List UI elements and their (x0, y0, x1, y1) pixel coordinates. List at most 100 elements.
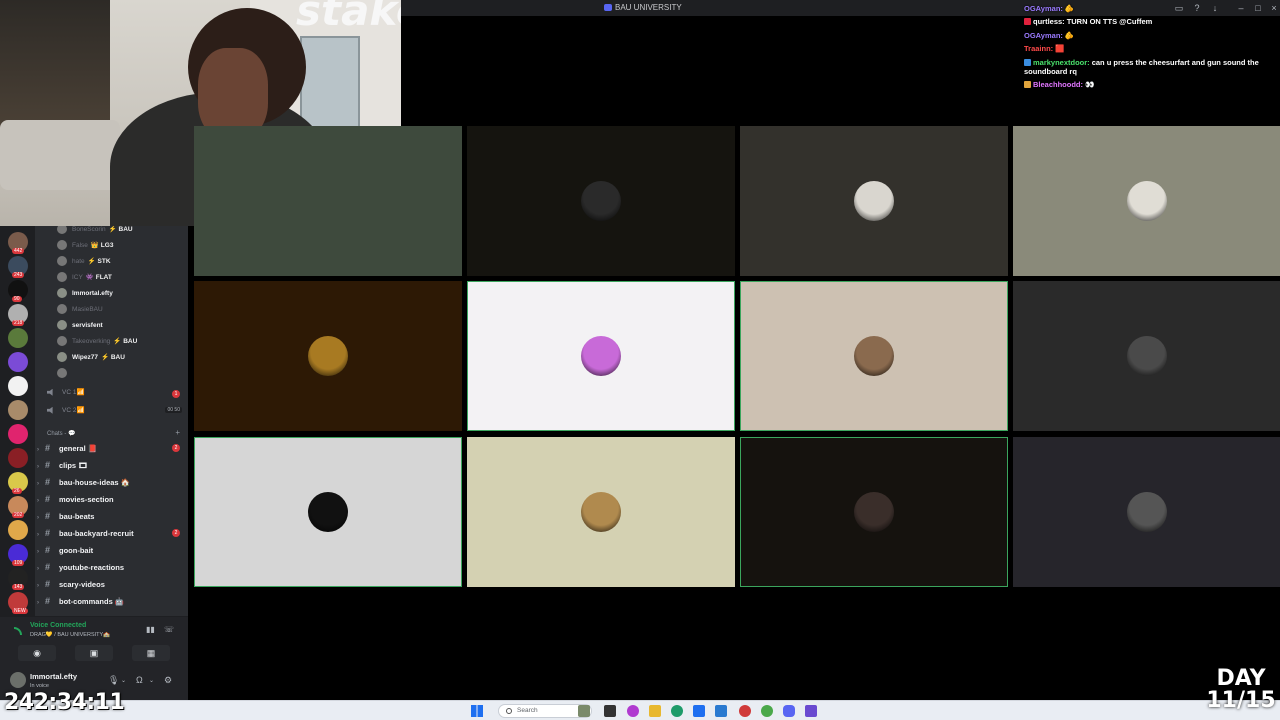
chevron-down-icon[interactable]: ⌄ (121, 677, 126, 684)
server-icon[interactable] (8, 424, 28, 444)
hash-icon: # (45, 562, 51, 572)
member-tag: ⚡ BAU (108, 226, 133, 233)
avatar (1127, 492, 1167, 532)
member-name: False (72, 242, 88, 249)
store-icon[interactable] (693, 705, 705, 717)
chat-message: qurtless: TURN ON TTS @Cuffem (1024, 17, 1280, 26)
screen-share-button[interactable]: ▣ (75, 645, 113, 661)
voice-channel-2[interactable]: VC 2📶 (47, 406, 85, 414)
hash-icon: # (45, 460, 51, 470)
channel-label: bau-house-ideas 🏠 (59, 478, 131, 487)
file-explorer-icon[interactable] (649, 705, 661, 717)
member-tag: ⚡ STK (87, 258, 111, 265)
channel-item[interactable]: › # movies-section (37, 492, 114, 506)
participant-tile[interactable] (194, 126, 462, 276)
avatar (1127, 336, 1167, 376)
avatar (57, 352, 67, 363)
participant-tile[interactable] (740, 281, 1008, 431)
voice-connected-panel: Voice Connected DRAG💛 / BAU UNIVERSITY🏫 … (0, 616, 188, 664)
participant-tile[interactable] (194, 281, 462, 431)
chevron-down-icon[interactable]: ⌄ (149, 677, 154, 684)
chevron-right-icon: › (37, 532, 39, 538)
hash-icon: # (45, 511, 51, 521)
participant-tile[interactable] (740, 437, 1008, 587)
channel-item[interactable]: › # bau-house-ideas 🏠 (37, 475, 130, 489)
server-icon[interactable] (8, 376, 28, 396)
voice-member[interactable]: False 👑 LG3 (57, 240, 113, 252)
voice-member[interactable] (57, 368, 75, 380)
channel-item[interactable]: › # bot-commands 🤖 (37, 594, 124, 608)
chat-text: 🫵 (1064, 30, 1075, 40)
channel-item[interactable]: › # bau-beats (37, 509, 94, 523)
hash-icon: # (45, 579, 51, 589)
chevron-right-icon: › (37, 447, 39, 453)
widget-icon[interactable] (578, 705, 590, 717)
voice-member[interactable]: Immortal.efty (57, 288, 116, 300)
chrome-icon[interactable] (761, 705, 773, 717)
headphones-icon[interactable]: Ω (136, 675, 143, 685)
category-header[interactable]: Chats - 💬 (47, 430, 75, 437)
discord-icon[interactable] (783, 705, 795, 717)
copilot-icon[interactable] (627, 705, 639, 717)
gear-icon[interactable]: ⚙ (164, 675, 172, 686)
add-channel-icon[interactable]: + (175, 428, 180, 437)
chat-message: Traainn: 🟥 (1024, 44, 1280, 53)
channel-item[interactable]: › # goon-bait (37, 543, 93, 557)
channel-item[interactable]: › # youtube-reactions (37, 560, 124, 574)
avatar[interactable] (10, 672, 26, 688)
participant-tile[interactable] (467, 281, 735, 431)
channel-item[interactable]: › # clips 🎞 (37, 458, 88, 472)
signal-icon[interactable] (14, 627, 22, 635)
participant-tile[interactable] (194, 437, 462, 587)
avatar (854, 492, 894, 532)
channel-item[interactable]: › # bau-backyard-recruit (37, 526, 134, 540)
voice-member[interactable]: hate ⚡ STK (57, 256, 111, 268)
mail-icon[interactable] (715, 705, 727, 717)
app-icon[interactable] (739, 705, 751, 717)
server-icon[interactable] (8, 448, 28, 468)
voice-member[interactable]: MasieBAU (57, 304, 106, 316)
avatar (57, 256, 67, 267)
voice-member[interactable]: Takeoverking ⚡ BAU (57, 336, 137, 348)
server-badge: 218 (12, 320, 25, 326)
participant-tile[interactable] (1013, 281, 1280, 431)
chat-username: Traainn: (1024, 44, 1054, 54)
server-icon[interactable] (8, 400, 28, 420)
participant-tile[interactable] (467, 437, 735, 587)
voice-channel-1[interactable]: VC 1📶 (47, 388, 85, 396)
voice-member[interactable]: Wipez77 ⚡ BAU (57, 352, 125, 364)
mic-icon[interactable]: 🎙︎ (108, 675, 119, 686)
unread-badge: 2 (172, 444, 180, 452)
participant-tile[interactable] (740, 126, 1008, 276)
noise-suppression-icon[interactable]: ▮▮ (146, 625, 158, 635)
voice-member[interactable]: servisfent (57, 320, 106, 332)
task-view-icon[interactable] (604, 705, 616, 717)
calendar-icon[interactable] (805, 705, 817, 717)
member-tag: 👑 LG3 (90, 242, 114, 249)
channel-item[interactable]: › # general 📕 (37, 441, 97, 455)
participant-tile[interactable] (1013, 126, 1280, 276)
edge-icon[interactable] (671, 705, 683, 717)
participant-tile[interactable] (467, 126, 735, 276)
voice-member[interactable]: ICY 👾 FLAT (57, 272, 112, 284)
voice-status-channel[interactable]: DRAG💛 / BAU UNIVERSITY🏫 (30, 632, 110, 638)
channel-item[interactable]: › # scary-videos (37, 577, 105, 591)
server-icon[interactable] (8, 352, 28, 372)
disconnect-icon[interactable]: ☏ (164, 625, 176, 635)
user-status: In voice (30, 683, 49, 689)
channel-label: scary-videos (59, 580, 105, 589)
camera-off-button[interactable]: ◉ (18, 645, 56, 661)
channel-label: bau-beats (59, 512, 95, 521)
avatar (57, 320, 67, 331)
username[interactable]: Immortal.efty (30, 672, 77, 681)
start-icon[interactable] (471, 705, 483, 717)
hash-icon: # (45, 443, 51, 453)
participant-tile[interactable] (1013, 437, 1280, 587)
chevron-right-icon: › (37, 464, 39, 470)
hash-icon: # (45, 545, 51, 555)
avatar (854, 181, 894, 221)
activities-button[interactable]: ▦ (132, 645, 170, 661)
server-icon[interactable] (8, 520, 28, 540)
avatar (57, 368, 67, 379)
server-icon[interactable] (8, 328, 28, 348)
